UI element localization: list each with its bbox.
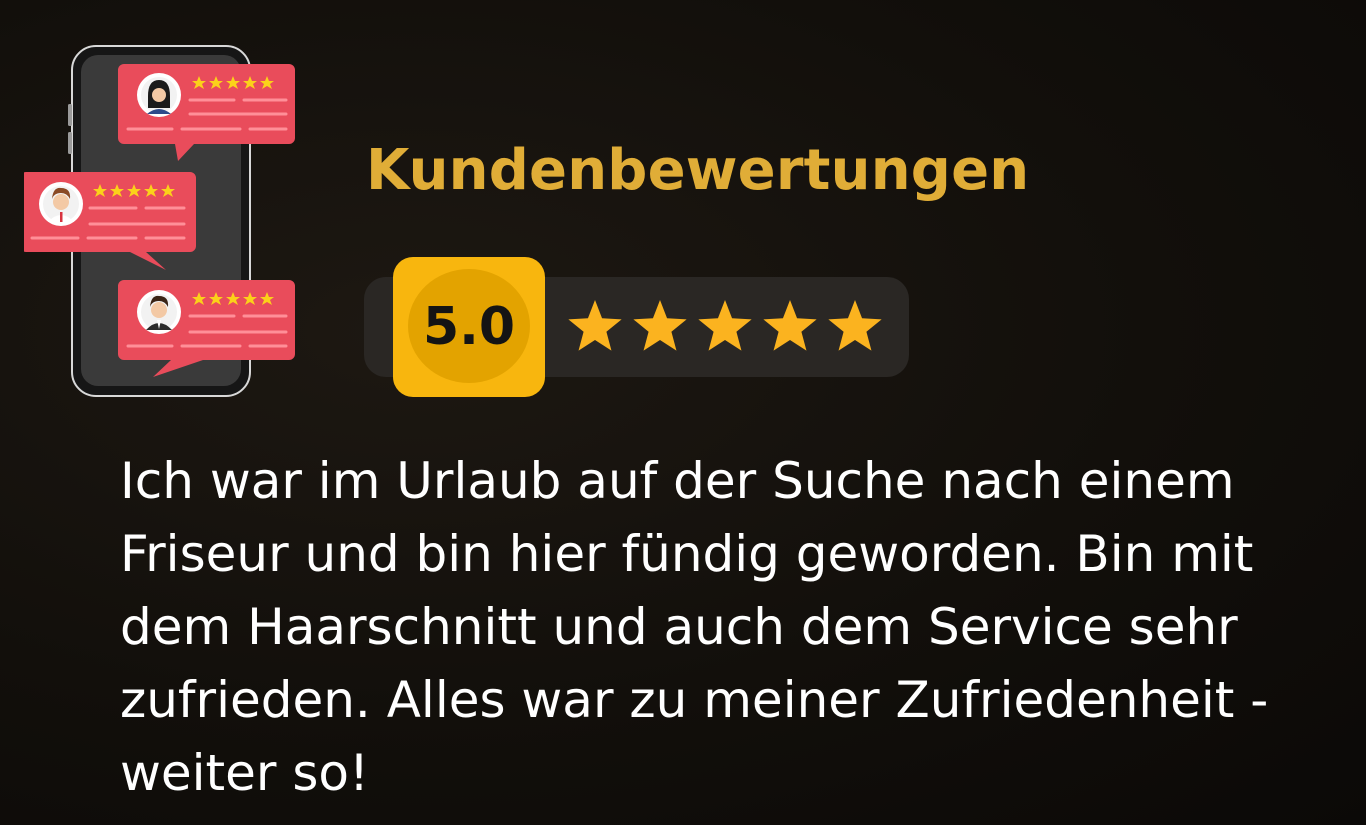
star-icon [633,300,687,351]
star-icon [828,300,882,351]
phone-reviews-illustration [24,44,300,398]
man-avatar-icon [137,290,181,334]
star-icon [698,300,752,351]
page-title: Kundenbewertungen [366,138,1030,203]
review-text: Ich war im Urlaub auf der Suche nach ein… [120,452,1269,802]
man-avatar-icon [39,182,83,226]
star-rating [568,300,882,351]
rating-score: 5.0 [422,297,516,357]
woman-avatar-icon [137,73,181,117]
star-icon [763,300,817,351]
star-icon [568,300,622,351]
